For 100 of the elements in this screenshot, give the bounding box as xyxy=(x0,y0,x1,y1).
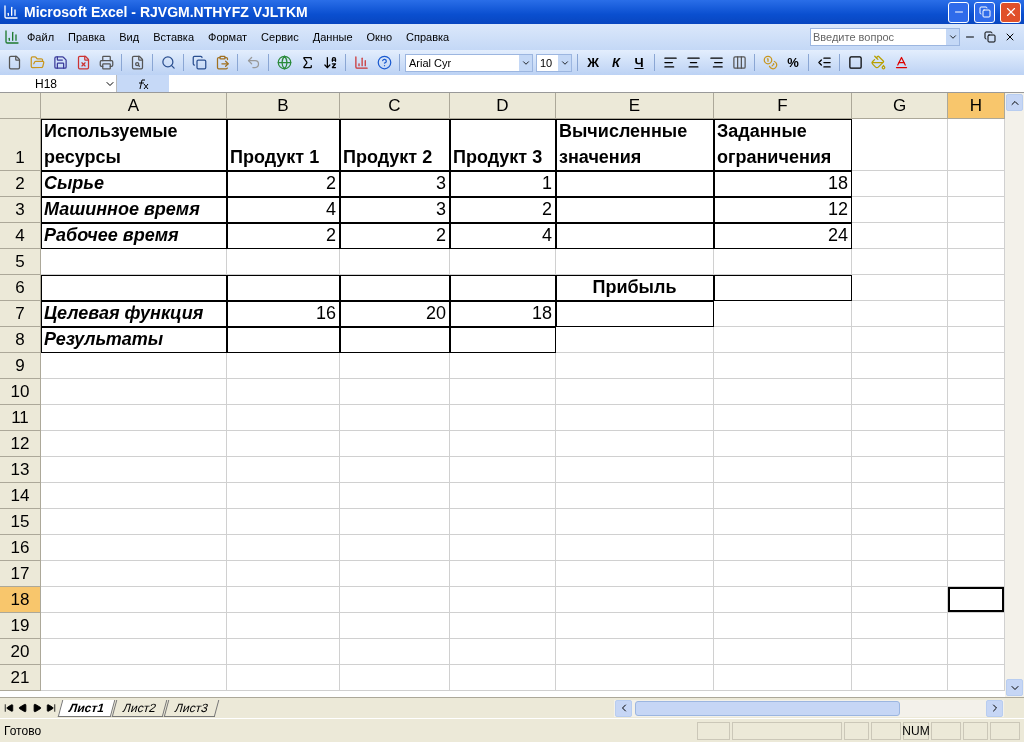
table-cell: Результаты xyxy=(41,327,227,353)
chart-icon xyxy=(353,55,369,70)
menu-item[interactable]: Правка xyxy=(61,29,113,45)
menu-item[interactable]: Файл xyxy=(20,29,62,45)
sheet-tab[interactable]: Лист1 xyxy=(57,699,116,717)
align-left-icon xyxy=(662,55,678,70)
underline-button[interactable]: Ч xyxy=(629,52,649,73)
menu-item[interactable]: Вид xyxy=(112,29,147,45)
close-icon xyxy=(1004,31,1016,43)
row-header[interactable]: 15 xyxy=(0,509,41,535)
menu-item[interactable]: Сервис xyxy=(254,29,306,45)
row-header[interactable]: 4 xyxy=(0,223,41,249)
table-cell: Рабочее время xyxy=(41,223,227,249)
minimize-button[interactable] xyxy=(948,1,969,23)
row-header[interactable]: 11 xyxy=(0,405,41,431)
row-header[interactable]: 5 xyxy=(0,249,41,275)
table-cell: 2 xyxy=(227,171,340,197)
menu-item[interactable]: Вставка xyxy=(146,29,201,45)
last-sheet-icon[interactable] xyxy=(46,703,56,713)
status-panel xyxy=(963,721,988,740)
bold-button[interactable]: Ж xyxy=(583,52,603,73)
printer-icon xyxy=(98,55,114,70)
row-header[interactable]: 13 xyxy=(0,457,41,483)
row-header[interactable]: 7 xyxy=(0,301,41,327)
font-dropdown[interactable]: Arial Cyr xyxy=(405,53,533,72)
save-icon xyxy=(52,55,68,70)
help-icon xyxy=(376,55,392,70)
italic-button[interactable]: К xyxy=(606,52,626,73)
row-header[interactable]: 8 xyxy=(0,327,41,353)
percent-button[interactable]: % xyxy=(783,52,803,73)
restore-button[interactable] xyxy=(974,1,995,23)
table-cell: Заданные ограничения xyxy=(714,119,852,171)
fill-color-icon xyxy=(870,55,886,70)
sort-icon xyxy=(322,55,338,70)
restore-icon xyxy=(978,6,991,18)
table-cell: Используемые ресурсы xyxy=(41,119,227,171)
row-header[interactable]: 17 xyxy=(0,561,41,587)
column-header[interactable]: G xyxy=(852,93,948,119)
menu-item[interactable]: Формат xyxy=(201,29,255,45)
table-cell: 1 xyxy=(450,171,556,197)
column-header[interactable]: D xyxy=(450,93,556,119)
file-search-icon xyxy=(129,55,145,70)
table-cell: 24 xyxy=(714,223,852,249)
file-x-icon xyxy=(75,55,91,70)
table-cell: Машинное время xyxy=(41,197,227,223)
table-cell: 20 xyxy=(340,301,450,327)
column-header[interactable]: F xyxy=(714,93,852,119)
table-cell: 2 xyxy=(227,223,340,249)
column-header[interactable]: C xyxy=(340,93,450,119)
font-color-icon xyxy=(893,55,909,70)
scroll-up-button[interactable] xyxy=(1006,94,1023,111)
sheet-tab[interactable]: Лист2 xyxy=(111,699,168,717)
row-header[interactable]: 1 xyxy=(0,119,41,171)
row-header[interactable]: 14 xyxy=(0,483,41,509)
table-cell: Вычисленные значения xyxy=(556,119,714,171)
status-panel xyxy=(697,721,730,740)
help-search-field[interactable]: Введите вопрос xyxy=(810,28,960,46)
coins-icon xyxy=(762,55,778,70)
row-header[interactable]: 19 xyxy=(0,613,41,639)
next-sheet-icon[interactable] xyxy=(32,703,42,713)
row-header[interactable]: 21 xyxy=(0,665,41,691)
column-header[interactable]: E xyxy=(556,93,714,119)
column-header[interactable]: A xyxy=(41,93,227,119)
row-header[interactable]: 2 xyxy=(0,171,41,197)
previous-sheet-icon[interactable] xyxy=(18,703,28,713)
dropdown-icon xyxy=(947,32,958,42)
column-header[interactable]: B xyxy=(227,93,340,119)
row-header[interactable]: 3 xyxy=(0,197,41,223)
status-text: Готово xyxy=(4,723,43,738)
restore-icon xyxy=(984,31,996,43)
new-file-icon xyxy=(6,55,22,70)
table-cell: Продукт 1 xyxy=(227,119,340,171)
copy-icon xyxy=(191,55,207,70)
align-center-icon xyxy=(685,55,701,70)
row-header[interactable]: 9 xyxy=(0,353,41,379)
status-panel xyxy=(871,721,901,740)
size-dropdown[interactable]: 10 xyxy=(536,53,572,72)
status-panel xyxy=(844,721,869,740)
row-header[interactable]: 16 xyxy=(0,535,41,561)
menu-item[interactable]: Справка xyxy=(399,29,457,45)
table-cell: 2 xyxy=(340,223,450,249)
scroll-down-button[interactable] xyxy=(1006,679,1023,696)
row-header[interactable]: 12 xyxy=(0,431,41,457)
horizontal-scrollbar[interactable] xyxy=(614,699,1004,717)
column-header[interactable]: H xyxy=(948,93,1005,119)
status-panel xyxy=(931,721,961,740)
row-header[interactable]: 20 xyxy=(0,639,41,665)
scroll-thumb[interactable] xyxy=(635,700,900,716)
menu-item[interactable]: Окно xyxy=(359,29,400,45)
table-cell: 3 xyxy=(340,171,450,197)
search-icon xyxy=(160,55,176,70)
row-header[interactable]: 6 xyxy=(0,275,41,301)
folder-icon xyxy=(29,55,45,70)
row-header[interactable]: 18 xyxy=(0,587,41,613)
table-cell: 16 xyxy=(227,301,340,327)
first-sheet-icon[interactable] xyxy=(4,703,14,713)
row-header[interactable]: 10 xyxy=(0,379,41,405)
menu-item[interactable]: Данные xyxy=(305,29,360,45)
sheet-tab[interactable]: Лист3 xyxy=(163,699,219,717)
table-cell: 4 xyxy=(450,223,556,249)
